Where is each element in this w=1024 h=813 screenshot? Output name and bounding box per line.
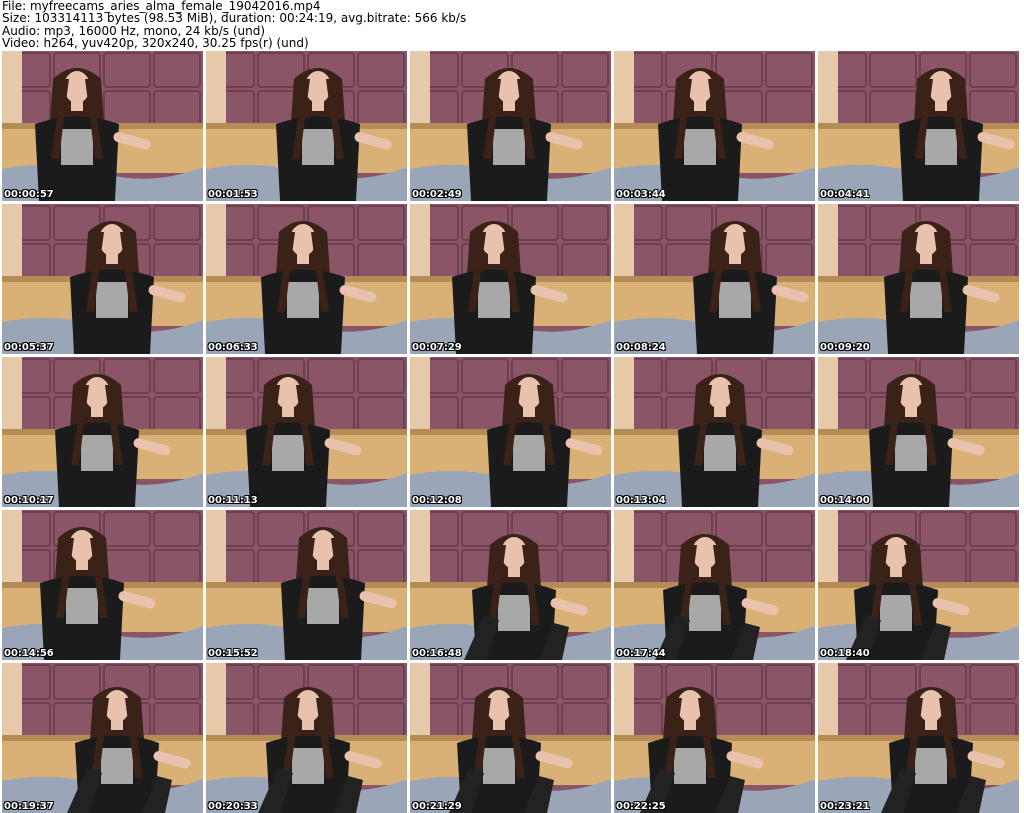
thumbnail-timestamp: 00:01:53	[208, 189, 258, 200]
thumbnail-frame-image	[818, 204, 1019, 354]
video-thumbnail[interactable]: 00:09:20	[818, 204, 1019, 354]
video-thumbnail[interactable]: 00:00:57	[2, 51, 203, 201]
thumbnail-frame-image	[2, 204, 203, 354]
thumbnail-frame-image	[206, 51, 407, 201]
thumbnail-timestamp: 00:00:57	[4, 189, 54, 200]
video-thumbnail[interactable]: 00:04:41	[818, 51, 1019, 201]
thumbnail-timestamp: 00:06:33	[208, 342, 258, 353]
thumbnail-frame-image	[614, 357, 815, 507]
video-thumbnail[interactable]: 00:03:44	[614, 51, 815, 201]
thumbnail-timestamp: 00:02:49	[412, 189, 462, 200]
video-thumbnail[interactable]: 00:20:33	[206, 663, 407, 813]
thumbnail-timestamp: 00:17:44	[616, 648, 666, 659]
thumbnail-timestamp: 00:04:41	[820, 189, 870, 200]
video-thumbnail[interactable]: 00:16:48	[410, 510, 611, 660]
video-thumbnail[interactable]: 00:05:37	[2, 204, 203, 354]
thumbnail-timestamp: 00:20:33	[208, 801, 258, 812]
video-thumbnail[interactable]: 00:10:17	[2, 357, 203, 507]
thumbnail-frame-image	[206, 204, 407, 354]
thumbnail-timestamp: 00:05:37	[4, 342, 54, 353]
file-info-header: File: myfreecams_aries_alma_female_19042…	[2, 0, 1022, 50]
video-thumbnail[interactable]: 00:19:37	[2, 663, 203, 813]
thumbnail-grid: 00:00:57 00:01:53 00:02:49 00:03:44 00:04:41…	[2, 51, 1019, 813]
video-thumbnail[interactable]: 00:22:25	[614, 663, 815, 813]
size-line: Size: 103314113 bytes (98.53 MiB), durat…	[2, 11, 467, 26]
thumbnail-timestamp: 00:14:56	[4, 648, 54, 659]
video-thumbnail[interactable]: 00:18:40	[818, 510, 1019, 660]
video-thumbnail[interactable]: 00:23:21	[818, 663, 1019, 813]
thumbnail-frame-image	[818, 51, 1019, 201]
thumbnail-timestamp: 00:07:29	[412, 342, 462, 353]
thumbnail-frame-image	[2, 663, 203, 813]
thumbnail-timestamp: 00:09:20	[820, 342, 870, 353]
video-thumbnail[interactable]: 00:11:13	[206, 357, 407, 507]
thumbnail-frame-image	[614, 510, 815, 660]
thumbnail-frame-image	[614, 663, 815, 813]
video-thumbnail[interactable]: 00:13:04	[614, 357, 815, 507]
thumbnail-frame-image	[410, 204, 611, 354]
thumbnail-frame-image	[818, 357, 1019, 507]
video-thumbnail[interactable]: 00:14:56	[2, 510, 203, 660]
video-thumbnail[interactable]: 00:21:29	[410, 663, 611, 813]
video-thumbnail[interactable]: 00:08:24	[614, 204, 815, 354]
thumbnail-frame-image	[614, 204, 815, 354]
thumbnail-frame-image	[2, 357, 203, 507]
thumbnail-frame-image	[206, 663, 407, 813]
thumbnail-timestamp: 00:19:37	[4, 801, 54, 812]
thumbnail-frame-image	[614, 51, 815, 201]
video-thumbnail[interactable]: 00:02:49	[410, 51, 611, 201]
thumbnail-timestamp: 00:10:17	[4, 495, 54, 506]
thumbnail-timestamp: 00:11:13	[208, 495, 258, 506]
thumbnail-frame-image	[2, 510, 203, 660]
thumbnail-frame-image	[206, 510, 407, 660]
thumbnail-timestamp: 00:22:25	[616, 801, 666, 812]
thumbnail-frame-image	[818, 663, 1019, 813]
video-thumbnail[interactable]: 00:15:52	[206, 510, 407, 660]
thumbnail-timestamp: 00:08:24	[616, 342, 666, 353]
thumbnail-timestamp: 00:15:52	[208, 648, 258, 659]
thumbnail-frame-image	[2, 51, 203, 201]
thumbnail-frame-image	[410, 663, 611, 813]
video-thumbnail[interactable]: 00:12:08	[410, 357, 611, 507]
thumbnail-timestamp: 00:23:21	[820, 801, 870, 812]
thumbnail-timestamp: 00:21:29	[412, 801, 462, 812]
thumbnail-timestamp: 00:16:48	[412, 648, 462, 659]
thumbnail-frame-image	[410, 510, 611, 660]
video-thumbnail[interactable]: 00:14:00	[818, 357, 1019, 507]
video-line: Video: h264, yuv420p, 320x240, 30.25 fps…	[2, 36, 309, 51]
thumbnail-timestamp: 00:14:00	[820, 495, 870, 506]
thumbnail-frame-image	[410, 357, 611, 507]
thumbnail-frame-image	[410, 51, 611, 201]
thumbnail-timestamp: 00:03:44	[616, 189, 666, 200]
video-thumbnail[interactable]: 00:07:29	[410, 204, 611, 354]
thumbnail-timestamp: 00:18:40	[820, 648, 870, 659]
thumbnail-frame-image	[206, 357, 407, 507]
thumbnail-timestamp: 00:13:04	[616, 495, 666, 506]
thumbnail-frame-image	[818, 510, 1019, 660]
video-thumbnail[interactable]: 00:06:33	[206, 204, 407, 354]
video-thumbnail[interactable]: 00:17:44	[614, 510, 815, 660]
thumbnail-timestamp: 00:12:08	[412, 495, 462, 506]
video-thumbnail[interactable]: 00:01:53	[206, 51, 407, 201]
